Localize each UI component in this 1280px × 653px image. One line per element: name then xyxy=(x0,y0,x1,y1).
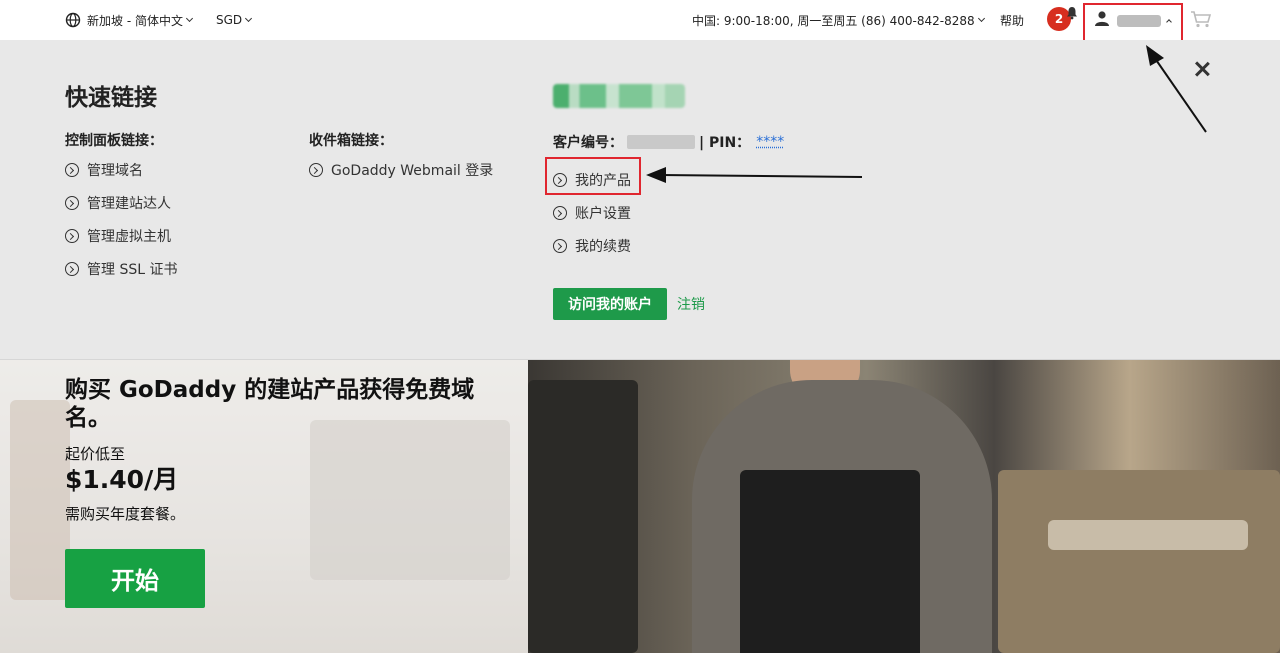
locale-selector[interactable]: 新加坡 - 简体中文 xyxy=(65,0,194,40)
username-blurred[interactable] xyxy=(1117,15,1161,27)
roller-cylinder-image xyxy=(1048,520,1248,550)
customer-info: 客户编号： | PIN： **** xyxy=(553,132,784,152)
price-note: 需购买年度套餐。 xyxy=(65,505,186,523)
logout-link[interactable]: 注销 xyxy=(677,294,705,314)
account-name-blurred xyxy=(553,84,685,108)
link-manage-ssl[interactable]: 管理 SSL 证书 xyxy=(65,259,177,279)
link-manage-domains[interactable]: 管理域名 xyxy=(65,160,143,180)
link-manage-hosting[interactable]: 管理虚拟主机 xyxy=(65,226,171,246)
arrow-circle-icon xyxy=(309,163,323,177)
link-my-products[interactable]: 我的产品 xyxy=(553,170,631,190)
top-bar: 新加坡 - 简体中文 SGD 中国: 9:00-18:00, 周一至周五 (86… xyxy=(0,0,1280,42)
arrow-circle-icon xyxy=(65,163,79,177)
link-label: 管理域名 xyxy=(87,163,143,179)
link-label: 我的续费 xyxy=(575,239,631,255)
hero-headline-line1: 购买 GoDaddy 的建站产品获得免费域 xyxy=(65,377,475,403)
link-my-renewals[interactable]: 我的续费 xyxy=(553,236,631,256)
printer-roller-image xyxy=(998,470,1280,653)
link-label: 管理 SSL 证书 xyxy=(87,262,178,278)
link-account-settings[interactable]: 账户设置 xyxy=(553,203,631,223)
help-label: 帮助 xyxy=(1000,13,1025,28)
chevron-down-icon xyxy=(977,14,985,23)
cart-icon[interactable] xyxy=(1190,10,1212,28)
globe-icon xyxy=(65,12,81,28)
control-panel-heading: 控制面板链接： xyxy=(65,133,163,149)
currency-label: SGD xyxy=(216,13,243,27)
arrow-circle-icon xyxy=(65,262,79,276)
support-label: 中国: 9:00-18:00, 周一至周五 (86) 400-842-8288 xyxy=(692,13,975,28)
hero-headline: 购买 GoDaddy 的建站产品获得免费域 名。 xyxy=(65,376,505,432)
link-manage-website-builder[interactable]: 管理建站达人 xyxy=(65,193,171,213)
link-label: 管理建站达人 xyxy=(87,196,171,212)
hero-headline-line2: 名。 xyxy=(65,405,111,431)
pin-value-link[interactable]: **** xyxy=(756,134,784,150)
chevron-down-icon xyxy=(245,14,253,23)
arrow-circle-icon xyxy=(553,173,567,187)
link-webmail-login[interactable]: GoDaddy Webmail 登录 xyxy=(309,160,493,180)
person-apron-image xyxy=(740,470,920,653)
link-label: GoDaddy Webmail 登录 xyxy=(331,163,494,179)
link-label: 管理虚拟主机 xyxy=(87,229,171,245)
customer-number-blurred xyxy=(627,135,695,149)
arrow-circle-icon xyxy=(65,196,79,210)
start-button[interactable]: 开始 xyxy=(65,549,205,608)
currency-selector[interactable]: SGD xyxy=(216,0,253,40)
pin-label: | PIN： xyxy=(699,135,751,151)
arrow-circle-icon xyxy=(553,239,567,253)
close-icon[interactable] xyxy=(1193,60,1211,78)
support-hours[interactable]: 中国: 9:00-18:00, 周一至周五 (86) 400-842-8288 xyxy=(692,0,985,40)
price-value: $1.40/月 xyxy=(65,465,179,494)
locale-label: 新加坡 - 简体中文 xyxy=(87,13,183,28)
inbox-heading: 收件箱链接： xyxy=(309,133,393,149)
press-machine-image xyxy=(528,380,638,653)
visit-my-account-button[interactable]: 访问我的账户 xyxy=(553,288,667,320)
quick-links-title: 快速链接 xyxy=(65,85,157,111)
link-label: 账户设置 xyxy=(575,206,631,222)
customer-label: 客户编号： xyxy=(553,135,623,151)
user-icon[interactable] xyxy=(1094,10,1110,26)
help-link[interactable]: 帮助 xyxy=(1000,0,1024,40)
arrow-circle-icon xyxy=(65,229,79,243)
link-label: 我的产品 xyxy=(575,173,631,189)
arrow-circle-icon xyxy=(553,206,567,220)
chevron-down-icon xyxy=(185,14,194,23)
bell-icon[interactable] xyxy=(1066,6,1078,20)
